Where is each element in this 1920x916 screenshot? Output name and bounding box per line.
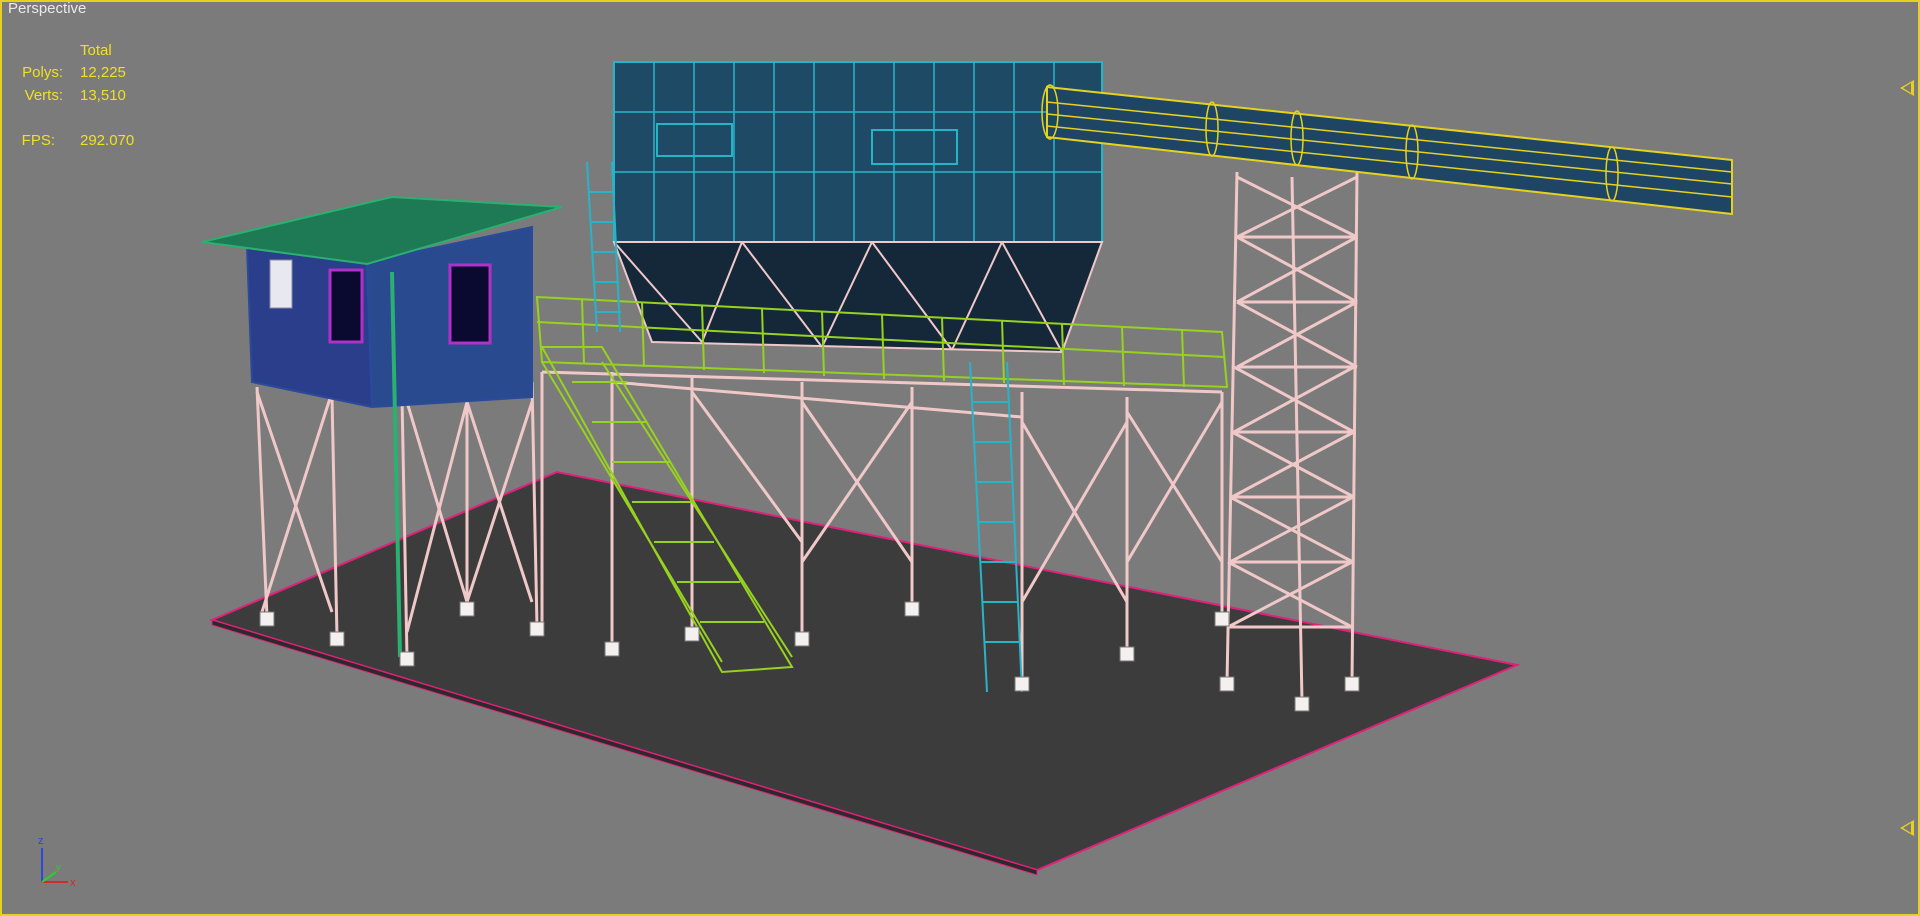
silo-body — [612, 61, 1104, 354]
axis-gizmo: z x y — [38, 835, 76, 889]
perspective-viewport[interactable]: Perspective Total Polys: 12,225 Verts: 1… — [0, 0, 1920, 916]
conveyor-pipe — [1041, 84, 1733, 216]
scene-render[interactable] — [2, 2, 1918, 914]
gizmo-z-label: z — [38, 835, 44, 847]
ground-slab — [209, 470, 1521, 872]
gizmo-y-label: y — [56, 862, 61, 872]
gizmo-x-label: x — [70, 877, 76, 889]
viewport-marker-top[interactable] — [1900, 80, 1914, 96]
viewport-marker-bottom[interactable] — [1900, 820, 1914, 836]
